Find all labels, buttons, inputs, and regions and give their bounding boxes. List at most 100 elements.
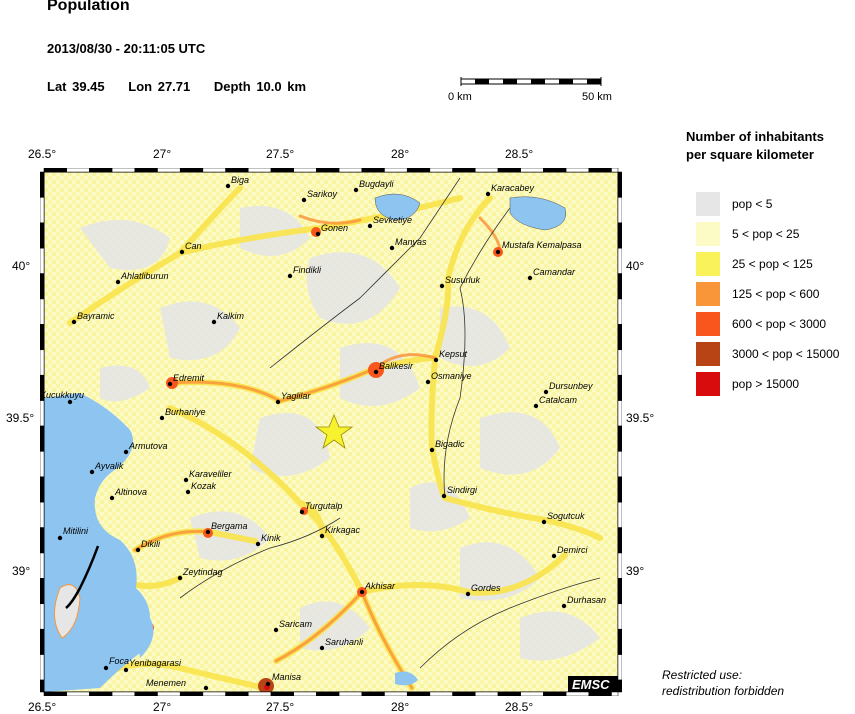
- frame-tick: [617, 171, 622, 198]
- frame-tick: [452, 691, 476, 696]
- frame-tick: [429, 691, 453, 696]
- city-label: Ayvalik: [94, 461, 124, 471]
- city-label: Karacabey: [491, 183, 535, 193]
- frame-tick: [338, 168, 363, 173]
- frame-tick: [40, 197, 45, 224]
- frame-tick: [475, 168, 499, 173]
- city-label: Sogutcuk: [547, 511, 585, 521]
- legend-label: pop < 5: [732, 197, 773, 211]
- city-dot: [89, 469, 95, 475]
- city-label: Dikili: [141, 539, 161, 549]
- frame-tick: [617, 425, 622, 452]
- top-tick-label: 28.5°: [505, 147, 534, 161]
- city-label: Mustafa Kemalpasa: [502, 240, 582, 250]
- top-tick-label: 27.5°: [266, 147, 295, 161]
- frame-tick: [429, 168, 453, 173]
- city-label: Edremit: [173, 373, 205, 383]
- frame-tick: [40, 247, 45, 274]
- frame-tick: [617, 578, 622, 605]
- frame-tick: [617, 603, 622, 630]
- legend-swatch: [696, 192, 720, 216]
- frame-tick: [361, 168, 385, 173]
- event-datetime: 2013/08/30 - 20:11:05 UTC: [47, 41, 206, 56]
- city-dot: [429, 447, 435, 453]
- frame-tick: [520, 691, 544, 696]
- legend-item: 600 < pop < 3000: [696, 312, 826, 336]
- city-dot: [495, 249, 501, 255]
- city-dot: [319, 645, 325, 651]
- city-dot: [67, 399, 73, 405]
- city-label: Menemen: [146, 678, 186, 688]
- frame-tick: [270, 168, 294, 173]
- city-dot: [441, 493, 447, 499]
- city-label: Bugdayli: [359, 179, 395, 189]
- city-label: Findikli: [293, 265, 322, 275]
- city-label: Manyas: [395, 237, 427, 247]
- city-label: Sarikoy: [307, 189, 338, 199]
- top-tick-label: 27°: [153, 147, 172, 161]
- legend-swatch: [696, 252, 720, 276]
- frame-tick: [202, 168, 226, 173]
- city-label: Durhasan: [567, 595, 606, 605]
- frame-tick: [611, 691, 619, 696]
- frame-tick: [475, 691, 499, 696]
- city-dot: [179, 249, 185, 255]
- city-label: Susurluk: [445, 275, 481, 285]
- city-dot: [275, 399, 281, 405]
- city-dot: [203, 685, 209, 691]
- city-label: Karaveliler: [189, 469, 233, 479]
- frame-tick: [179, 168, 204, 173]
- city-label: Dursunbey: [549, 381, 593, 391]
- scale-end-label: 50 km: [582, 91, 612, 103]
- city-dot: [211, 319, 217, 325]
- frame-tick: [617, 374, 622, 401]
- city-label: Altinova: [114, 487, 147, 497]
- frame-tick: [316, 691, 340, 696]
- city-label: Gordes: [471, 583, 501, 593]
- city-label: Camandar: [533, 267, 576, 277]
- frame-tick: [361, 691, 385, 696]
- frame-tick: [40, 654, 45, 681]
- city-dot: [167, 381, 173, 387]
- city-dot: [315, 231, 321, 237]
- emsc-logo-text: EMSC: [572, 677, 610, 692]
- frame-tick: [617, 451, 622, 478]
- frame-tick: [497, 168, 521, 173]
- frame-tick: [617, 298, 622, 325]
- legend-label: 5 < pop < 25: [732, 227, 800, 241]
- city-dot: [123, 667, 129, 673]
- frame-tick: [40, 603, 45, 630]
- frame-tick: [40, 425, 45, 452]
- bottom-tick-label: 27°: [153, 700, 172, 714]
- frame-tick: [111, 691, 136, 696]
- frame-tick: [89, 168, 113, 173]
- legend-label: 600 < pop < 3000: [732, 317, 827, 331]
- frame-tick: [565, 168, 590, 173]
- city-dot: [57, 535, 63, 541]
- frame-tick: [40, 400, 45, 427]
- city-label: Kirkagac: [325, 525, 361, 535]
- city-label: Kalkim: [217, 311, 245, 321]
- city-dot: [319, 533, 325, 539]
- city-dot: [177, 575, 183, 581]
- city-dot: [123, 449, 129, 455]
- bottom-tick-label: 27.5°: [266, 700, 295, 714]
- right-tick-label: 40°: [626, 259, 645, 273]
- frame-tick: [338, 691, 363, 696]
- city-label: Saricam: [279, 619, 313, 629]
- city-label: Yenibagarasi: [129, 658, 182, 668]
- frame-tick: [40, 552, 45, 579]
- frame-tick: [40, 171, 45, 198]
- bottom-tick-label: 28.5°: [505, 700, 534, 714]
- frame-tick: [406, 168, 431, 173]
- frame-tick: [40, 374, 45, 401]
- city-dot: [103, 665, 109, 671]
- frame-tick: [617, 476, 622, 503]
- frame-tick: [543, 168, 567, 173]
- frame-tick: [157, 168, 181, 173]
- city-label: Manisa: [272, 672, 301, 682]
- city-dot: [185, 489, 191, 495]
- population-map[interactable]: Biga Sarikoy Bugdayli Karacabey Sevketiye Gon…: [40, 168, 622, 696]
- frame-tick: [617, 222, 622, 249]
- frame-tick: [111, 168, 136, 173]
